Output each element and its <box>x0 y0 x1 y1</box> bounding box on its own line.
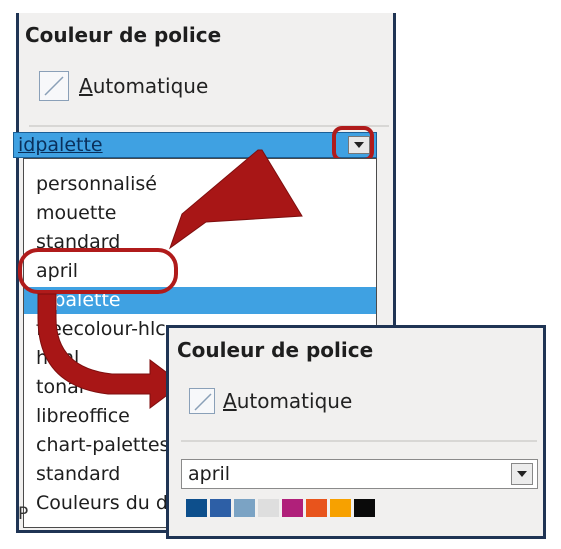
color-swatch[interactable] <box>330 499 351 517</box>
color-swatch[interactable] <box>234 499 255 517</box>
color-swatch[interactable] <box>306 499 327 517</box>
arrow-to-april <box>168 149 303 250</box>
chevron-down-icon <box>517 471 527 477</box>
font-color-panel-front: Couleur de police Automatique april <box>166 325 546 539</box>
palette-dropdown-value: april <box>188 463 231 485</box>
no-fill-icon <box>189 388 215 414</box>
automatic-color-button[interactable]: Automatique <box>189 388 352 414</box>
color-swatch[interactable] <box>282 499 303 517</box>
palette-dropdown[interactable]: april <box>181 459 538 489</box>
arrow-to-front-panel <box>37 293 183 409</box>
color-swatch-row <box>186 499 375 517</box>
color-swatch[interactable] <box>354 499 375 517</box>
color-swatch[interactable] <box>258 499 279 517</box>
color-swatch[interactable] <box>210 499 231 517</box>
automatic-label: Automatique <box>223 389 353 413</box>
panel-title: Couleur de police <box>177 338 374 362</box>
dropdown-arrow-button[interactable] <box>511 463 533 485</box>
color-swatch[interactable] <box>186 499 207 517</box>
separator <box>181 440 537 442</box>
